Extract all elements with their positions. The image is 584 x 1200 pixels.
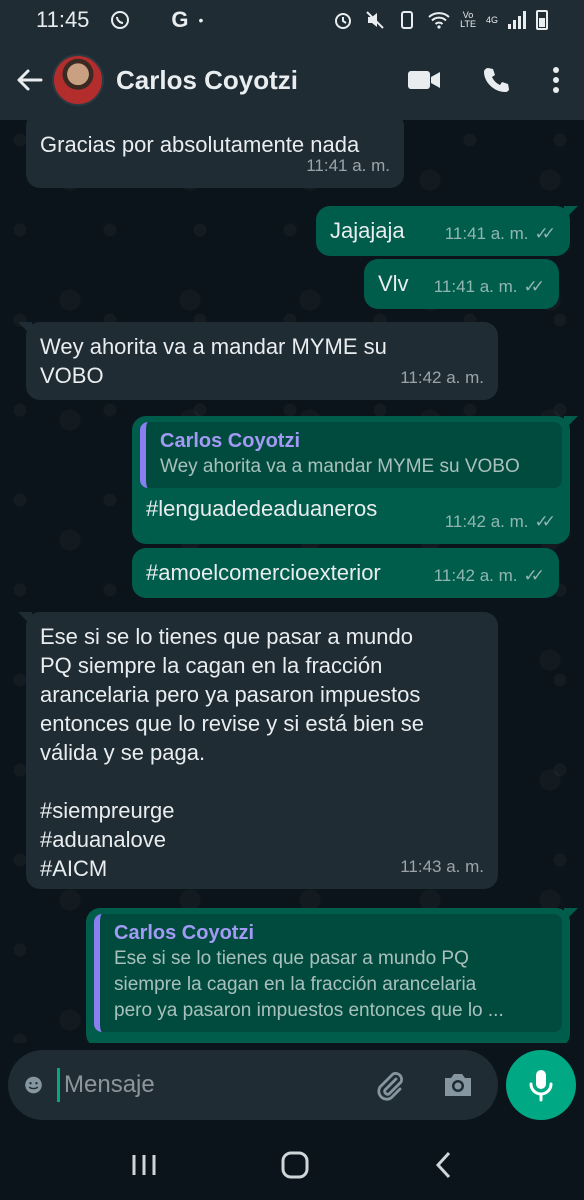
back-icon[interactable] — [433, 1150, 453, 1180]
mic-button[interactable] — [506, 1050, 576, 1120]
quoted-line: pero ya pasaron impuestos entonces que l… — [114, 1000, 504, 1021]
message-composer — [8, 1050, 498, 1120]
read-ticks-icon: ✓✓ — [523, 277, 545, 296]
quoted-line: Ese si se lo tienes que pasar a mundo PQ — [114, 948, 469, 969]
emoji-icon[interactable] — [24, 1069, 43, 1101]
wifi-icon — [428, 9, 450, 31]
quoted-sender: Carlos Coyotzi — [114, 922, 255, 944]
camera-icon[interactable] — [442, 1071, 474, 1099]
home-icon[interactable] — [280, 1150, 310, 1180]
data-saver-icon — [396, 9, 418, 31]
message-line — [40, 767, 484, 796]
mute-icon — [364, 9, 386, 31]
message-line: #aduanalove — [40, 827, 167, 852]
message-time: 11:42 a. m. — [400, 368, 484, 387]
phone-icon[interactable] — [482, 66, 510, 94]
message-incoming[interactable]: Wey ahorita va a mandar MYME su VOBO 11:… — [18, 322, 498, 400]
network-type-indicator: 4G — [485, 14, 498, 25]
quoted-line: siempre la cagan en la fracción arancela… — [114, 974, 477, 995]
recent-apps-icon[interactable] — [131, 1153, 157, 1177]
message-incoming[interactable]: Gracias por absolutamente nada 11:41 a. … — [26, 120, 404, 188]
message-text: Wey ahorita va a mandar MYME su VOBO — [40, 334, 387, 388]
more-options-icon[interactable] — [552, 66, 560, 94]
message-time: 11:41 a. m. — [444, 224, 529, 243]
volte-bottom: LTE — [460, 19, 476, 29]
message-list[interactable]: Gracias por absolutamente nada 11:41 a. … — [0, 120, 584, 1043]
contact-name[interactable]: Carlos Coyotzi — [116, 65, 298, 96]
mic-icon — [529, 1070, 553, 1102]
message-outgoing-reply[interactable]: Carlos Coyotzi Wey ahorita va a mandar M… — [132, 416, 578, 544]
read-ticks-icon: ✓✓ — [534, 224, 556, 243]
signal-icon — [508, 11, 526, 29]
message-input[interactable] — [57, 1068, 374, 1102]
read-ticks-icon: ✓✓ — [534, 512, 556, 531]
message-time: 11:41 a. m. — [306, 156, 390, 175]
video-call-icon[interactable] — [408, 69, 440, 91]
message-time: 11:42 a. m. — [444, 512, 529, 531]
message-time: 11:42 a. m. — [433, 566, 518, 585]
contact-avatar[interactable] — [52, 54, 104, 106]
alarm-icon — [332, 9, 354, 31]
system-navigation-bar — [0, 1130, 584, 1200]
notification-dot: • — [198, 12, 204, 28]
message-time: 11:43 a. m. — [400, 857, 484, 876]
quoted-sender: Carlos Coyotzi — [160, 430, 301, 452]
message-outgoing[interactable]: #amoelcomercioexterior 11:42 a. m. ✓✓ — [132, 548, 559, 598]
battery-icon — [536, 10, 548, 30]
message-outgoing[interactable]: Vlv 11:41 a. m. ✓✓ — [364, 259, 559, 309]
quoted-message[interactable]: Carlos Coyotzi Ese si se lo tienes que p… — [94, 914, 562, 1032]
message-line: arancelaria pero ya pasaron impuestos — [40, 682, 421, 707]
back-arrow-icon[interactable] — [14, 65, 44, 95]
message-line: entonces que lo revise y si está bien se — [40, 711, 425, 736]
read-ticks-icon: ✓✓ — [523, 566, 545, 585]
message-line: válida y se paga. — [40, 740, 206, 765]
volte-indicator: Vo LTE — [460, 11, 476, 29]
quoted-message[interactable]: Carlos Coyotzi Wey ahorita va a mandar M… — [140, 422, 562, 488]
message-time: 11:41 a. m. — [433, 277, 518, 296]
message-incoming[interactable]: Ese si se lo tienes que pasar a mundo PQ… — [18, 612, 498, 889]
chat-header: Carlos Coyotzi — [0, 40, 584, 120]
attach-icon[interactable] — [374, 1069, 406, 1101]
quoted-text: Wey ahorita va a mandar MYME su VOBO — [160, 456, 520, 477]
message-line: PQ siempre la cagan en la fracción — [40, 653, 383, 678]
google-notification-icon: G — [171, 7, 189, 32]
message-outgoing-reply[interactable]: Carlos Coyotzi Ese si se lo tienes que p… — [86, 908, 578, 1043]
message-line: Ese si se lo tienes que pasar a mundo — [40, 624, 414, 649]
whatsapp-notification-icon — [109, 9, 131, 31]
status-bar: 11:45 G • Vo LTE 4G — [0, 0, 584, 40]
message-line: #siempreurge — [40, 798, 175, 823]
status-time: 11:45 — [36, 7, 90, 32]
message-outgoing[interactable]: Jajajaja 11:41 a. m. ✓✓ — [316, 206, 578, 256]
